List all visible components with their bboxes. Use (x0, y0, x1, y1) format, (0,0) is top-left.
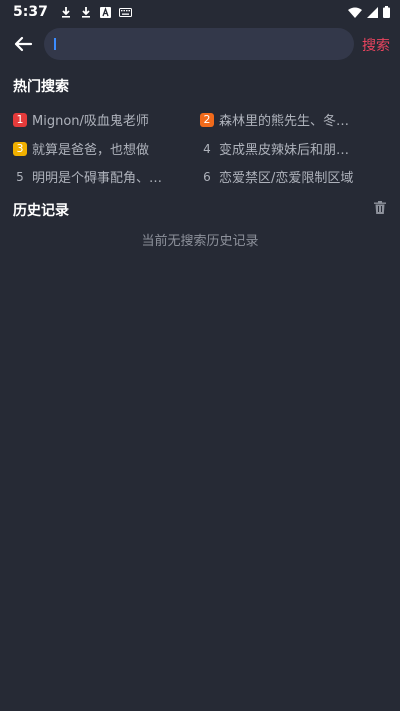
search-box[interactable] (44, 28, 354, 60)
rank-badge: 3 (13, 141, 27, 156)
search-header: 搜索 (0, 28, 400, 60)
trash-icon[interactable] (374, 201, 386, 214)
back-button[interactable] (10, 32, 36, 56)
hot-search-item[interactable]: 3 就算是爸爸，也想做 (13, 139, 183, 158)
hot-search-item-label: 明明是个碍事配角、… (32, 171, 163, 186)
hot-search-item[interactable]: 6 恋爱禁区/恋爱限制区域 (200, 167, 370, 187)
keyboard-icon (118, 7, 132, 17)
status-bar: 5:37 (0, 0, 400, 24)
hot-search-item[interactable]: 5 明明是个碍事配角、… (13, 167, 183, 187)
download-icon (61, 7, 70, 18)
a-app-icon (99, 6, 111, 18)
rank-number: 4 (203, 141, 211, 156)
system-icons (348, 6, 390, 18)
search-input[interactable] (55, 36, 354, 52)
download-icon (81, 7, 90, 18)
wifi-icon (348, 7, 362, 18)
hot-search-item-label: 变成黑皮辣妹后和朋… (219, 143, 350, 158)
hot-search-item[interactable]: 1 Mignon/吸血鬼老师 (13, 110, 183, 129)
hot-search-item-label: 恋爱禁区/恋爱限制区域 (219, 171, 354, 186)
hot-search-item-label: 就算是爸爸，也想做 (32, 143, 150, 158)
hot-search-item-label: 森林里的熊先生、冬… (219, 114, 350, 129)
rank-number: 5 (16, 169, 24, 184)
hot-search-title: 热门搜索 (13, 79, 69, 95)
history-title: 历史记录 (13, 203, 69, 219)
rank-badge: 1 (13, 112, 27, 127)
rank-badge: 2 (200, 112, 214, 127)
arrow-left-icon (14, 36, 33, 52)
rank-number: 6 (203, 169, 211, 184)
status-time: 5:37 (13, 4, 48, 20)
signal-icon (367, 6, 378, 18)
hot-search-item[interactable]: 2 森林里的熊先生、冬… (200, 110, 370, 129)
notification-icons (60, 6, 132, 18)
battery-icon (383, 6, 390, 18)
history-empty-message: 当前无搜索历史记录 (141, 234, 259, 249)
hot-search-item-label: Mignon/吸血鬼老师 (32, 114, 149, 129)
search-button[interactable]: 搜索 (362, 35, 390, 55)
hot-search-item[interactable]: 4 变成黑皮辣妹后和朋… (200, 139, 370, 159)
